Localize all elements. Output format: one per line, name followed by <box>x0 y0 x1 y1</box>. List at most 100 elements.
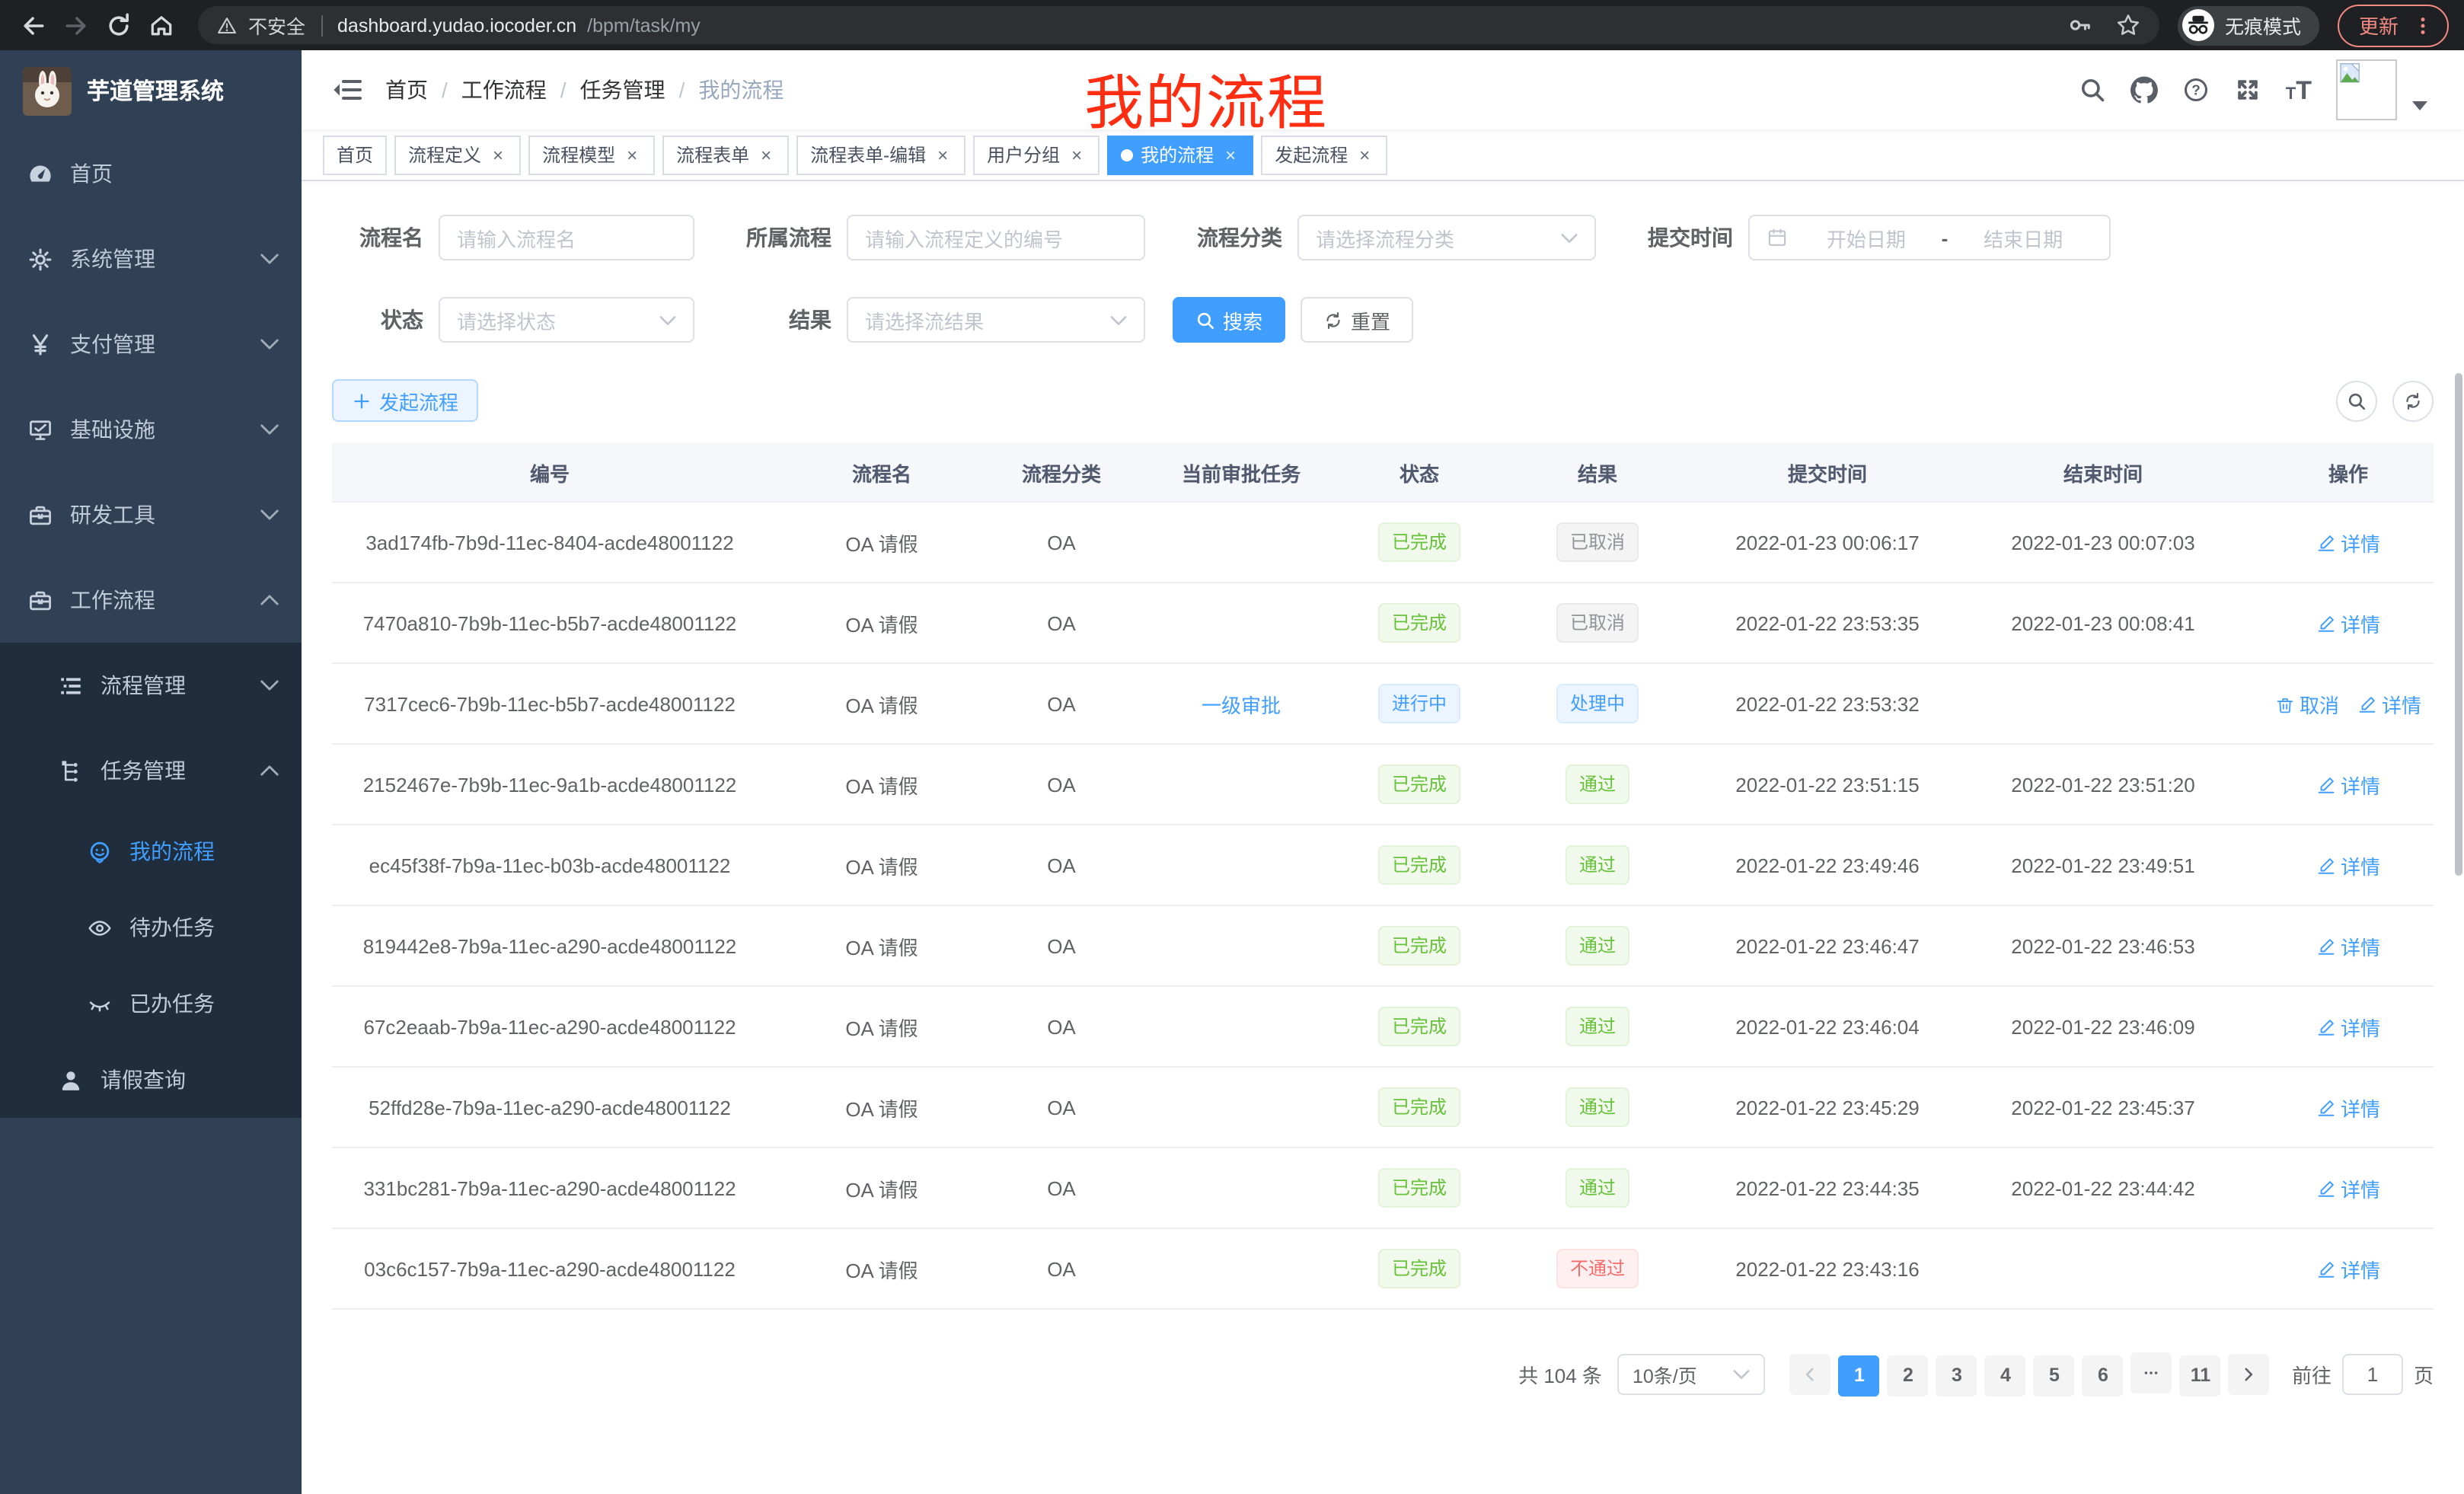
plus-icon <box>352 391 372 410</box>
sidebar-item-基础设施[interactable]: 基础设施 <box>0 387 302 472</box>
page-button-5[interactable]: 5 <box>2034 1355 2075 1396</box>
font-size-icon[interactable]: TT <box>2286 77 2312 103</box>
action-详情[interactable]: 详情 <box>2316 1093 2380 1122</box>
result-badge: 通过 <box>1566 1087 1629 1127</box>
breadcrumb-item[interactable]: 工作流程 <box>461 75 547 105</box>
tab-close-icon[interactable]: × <box>623 145 641 164</box>
breadcrumb-item[interactable]: 任务管理 <box>580 75 665 105</box>
browser-forward-icon[interactable] <box>58 7 94 43</box>
page-size-select[interactable]: 10条/页 <box>1617 1354 1765 1395</box>
filter-category-select[interactable]: 请选择流程分类 <box>1297 215 1596 260</box>
tab-close-icon[interactable]: × <box>489 145 507 164</box>
tab-close-icon[interactable]: × <box>1068 145 1086 164</box>
browser-reload-icon[interactable] <box>101 7 137 43</box>
page-button-1[interactable]: 1 <box>1839 1355 1880 1396</box>
omnibox-divider <box>321 14 322 36</box>
tab-close-icon[interactable]: × <box>934 145 952 164</box>
action-详情[interactable]: 详情 <box>2316 931 2380 960</box>
tab-流程模型[interactable]: 流程模型× <box>528 135 655 174</box>
jump-page-input[interactable]: 1 <box>2342 1354 2403 1395</box>
search-button[interactable]: 搜索 <box>1173 297 1285 343</box>
fullscreen-icon[interactable] <box>2234 76 2261 104</box>
tab-close-icon[interactable]: × <box>757 145 775 164</box>
current-task-link[interactable]: 一级审批 <box>1202 694 1281 717</box>
cell-current-task <box>1127 986 1355 1067</box>
filter-status-select[interactable]: 请选择状态 <box>439 297 694 343</box>
github-icon[interactable] <box>2130 76 2158 104</box>
page-button-4[interactable]: 4 <box>1985 1355 2026 1396</box>
browser-back-icon[interactable] <box>15 7 52 43</box>
avatar-caret-down-icon[interactable] <box>2412 100 2427 110</box>
tab-label: 流程表单 <box>676 142 749 168</box>
show-search-button[interactable] <box>2336 380 2377 421</box>
hamburger-icon[interactable] <box>332 75 362 105</box>
tab-流程表单-编辑[interactable]: 流程表单-编辑× <box>796 135 965 174</box>
cell-id: 03c6c157-7b9a-11ec-a290-acde48001122 <box>332 1228 768 1309</box>
tab-close-icon[interactable]: × <box>1221 145 1240 164</box>
sidebar-item-我的流程[interactable]: 我的流程 <box>0 813 302 889</box>
chevron-down-icon <box>260 506 279 524</box>
sidebar-item-首页[interactable]: 首页 <box>0 131 302 216</box>
action-详情[interactable]: 详情 <box>2316 1012 2380 1041</box>
chevron-down-icon <box>260 420 279 439</box>
scrollbar-thumb[interactable] <box>2455 373 2462 876</box>
end-date-placeholder[interactable]: 结束日期 <box>1954 223 2092 252</box>
cell-end-time: 2022-01-22 23:49:51 <box>1943 825 2263 905</box>
browser-home-icon[interactable] <box>143 7 180 43</box>
status-badge: 已完成 <box>1378 926 1460 966</box>
update-chip[interactable]: 更新 <box>2338 4 2449 46</box>
tab-流程定义[interactable]: 流程定义× <box>394 135 521 174</box>
sidebar-item-支付管理[interactable]: 支付管理 <box>0 302 302 387</box>
browser-menu-dots-icon[interactable] <box>2412 14 2434 36</box>
page-button-6[interactable]: 6 <box>2083 1355 2124 1396</box>
action-label: 详情 <box>2341 931 2380 960</box>
start-date-placeholder[interactable]: 开始日期 <box>1797 223 1936 252</box>
tab-首页[interactable]: 首页 <box>323 135 387 174</box>
sidebar-item-请假查询[interactable]: 请假查询 <box>0 1042 302 1118</box>
sidebar-item-待办任务[interactable]: 待办任务 <box>0 889 302 966</box>
action-详情[interactable]: 详情 <box>2316 1254 2380 1283</box>
filter-result-select[interactable]: 请选择流结果 <box>847 297 1145 343</box>
tab-close-icon[interactable]: × <box>1355 145 1374 164</box>
help-icon[interactable]: ? <box>2182 76 2210 104</box>
filter-date-range[interactable]: 开始日期 - 结束日期 <box>1748 215 2111 260</box>
next-page-button[interactable] <box>2229 1354 2270 1395</box>
reset-button[interactable]: 重置 <box>1301 297 1413 343</box>
password-key-icon[interactable] <box>2067 12 2092 38</box>
bookmark-star-icon[interactable] <box>2115 12 2141 38</box>
sidebar-item-工作流程[interactable]: 工作流程 <box>0 557 302 643</box>
header-search-icon[interactable] <box>2079 76 2106 104</box>
action-详情[interactable]: 详情 <box>2357 689 2421 718</box>
page-button-11[interactable]: 11 <box>2180 1355 2221 1396</box>
sidebar-item-系统管理[interactable]: 系统管理 <box>0 216 302 302</box>
action-详情[interactable]: 详情 <box>2316 528 2380 557</box>
create-process-button[interactable]: 发起流程 <box>332 379 478 422</box>
filter-process-input[interactable]: 请输入流程定义的编号 <box>847 215 1145 260</box>
sidebar-item-研发工具[interactable]: 研发工具 <box>0 472 302 557</box>
sidebar-item-任务管理[interactable]: 任务管理 <box>0 728 302 813</box>
cell-current-task: 一级审批 <box>1127 663 1355 744</box>
sidebar-item-已办任务[interactable]: 已办任务 <box>0 966 302 1042</box>
cell-process-name: OA 请假 <box>768 744 996 825</box>
prev-page-button[interactable] <box>1790 1354 1831 1395</box>
action-取消[interactable]: 取消 <box>2275 689 2339 718</box>
tab-用户分组[interactable]: 用户分组× <box>973 135 1100 174</box>
tab-流程表单[interactable]: 流程表单 × <box>662 135 789 174</box>
page-button-3[interactable]: 3 <box>1936 1355 1977 1396</box>
cell-current-task <box>1127 744 1355 825</box>
refresh-table-button[interactable] <box>2392 380 2434 421</box>
sidebar-item-流程管理[interactable]: 流程管理 <box>0 643 302 728</box>
action-详情[interactable]: 详情 <box>2316 1173 2380 1202</box>
page-ellipsis[interactable] <box>2131 1352 2172 1393</box>
breadcrumb-separator: / <box>560 78 567 102</box>
avatar[interactable] <box>2336 59 2397 120</box>
action-详情[interactable]: 详情 <box>2316 608 2380 637</box>
sidebar-logo-row[interactable]: 芋道管理系统 <box>0 50 302 131</box>
cell-actions: 详情 <box>2263 1228 2434 1309</box>
action-详情[interactable]: 详情 <box>2316 851 2380 879</box>
filter-name-input[interactable]: 请输入流程名 <box>439 215 694 260</box>
breadcrumb-item[interactable]: 首页 <box>385 75 428 105</box>
action-详情[interactable]: 详情 <box>2316 770 2380 799</box>
address-bar[interactable]: 不安全 dashboard.yudao.iocoder.cn/bpm/task/… <box>198 6 2159 44</box>
page-button-2[interactable]: 2 <box>1888 1355 1929 1396</box>
